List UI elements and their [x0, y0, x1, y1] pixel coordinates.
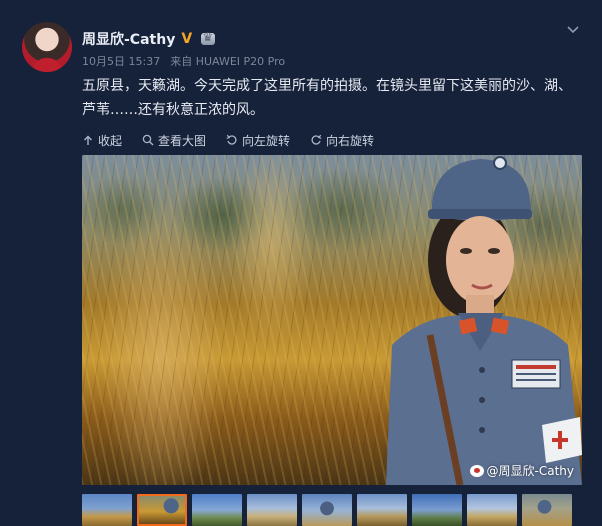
thumbnail[interactable]	[247, 494, 297, 526]
rotate-left-icon	[226, 134, 238, 146]
photo-subject-soldier	[386, 156, 582, 485]
thumbnail[interactable]	[522, 494, 572, 526]
watermark-text: @周显欣-Cathy	[486, 464, 574, 478]
arrow-up-icon	[82, 134, 94, 146]
image-toolbar: 收起 查看大图 向左旋转 向右旋转	[82, 131, 374, 149]
thumbnail[interactable]	[192, 494, 242, 526]
crown-icon[interactable]	[201, 30, 216, 45]
post-text: 五原县，天籁湖。今天完成了这里所有的拍摄。在镜头里留下这美丽的沙、湖、芦苇……还…	[82, 78, 572, 118]
photo-watermark: @周显欣-Cathy	[469, 462, 574, 479]
thumbnail[interactable]	[302, 494, 352, 526]
weibo-post-card: 周显欣-Cathy V 10月5日 15:37 来自 HUAWEI P20 Pr…	[0, 0, 602, 526]
thumbnail-selected[interactable]	[137, 494, 187, 526]
rotate-left-label: 向左旋转	[242, 133, 291, 148]
author-row: 周显欣-Cathy V	[82, 28, 216, 50]
thumbnail[interactable]	[467, 494, 517, 526]
collapse-label: 收起	[98, 133, 123, 148]
weibo-logo-icon	[469, 464, 484, 477]
view-large-label: 查看大图	[158, 133, 207, 148]
thumbnail[interactable]	[82, 494, 132, 526]
collapse-button[interactable]: 收起	[82, 132, 122, 149]
chevron-down-icon[interactable]	[566, 22, 580, 36]
post-photo[interactable]: @周显欣-Cathy	[82, 155, 582, 485]
rotate-right-button[interactable]: 向右旋转	[310, 132, 374, 149]
thumbnail-strip	[82, 494, 602, 526]
avatar[interactable]	[22, 22, 72, 72]
thumbnail[interactable]	[412, 494, 462, 526]
view-large-button[interactable]: 查看大图	[142, 132, 206, 149]
rotate-right-icon	[310, 134, 322, 146]
source-device[interactable]: HUAWEI P20 Pro	[196, 55, 285, 68]
verified-v-icon[interactable]: V	[181, 32, 195, 46]
post-source: 来自 HUAWEI P20 Pro	[170, 53, 285, 69]
magnifier-icon	[142, 134, 154, 146]
rotate-left-button[interactable]: 向左旋转	[226, 132, 290, 149]
source-prefix: 来自	[170, 55, 193, 68]
post-meta: 10月5日 15:37 来自 HUAWEI P20 Pro	[82, 53, 285, 69]
rotate-right-label: 向右旋转	[326, 133, 375, 148]
post-date[interactable]: 10月5日 15:37	[82, 53, 160, 69]
author-name[interactable]: 周显欣-Cathy	[82, 29, 175, 49]
thumbnail[interactable]	[357, 494, 407, 526]
